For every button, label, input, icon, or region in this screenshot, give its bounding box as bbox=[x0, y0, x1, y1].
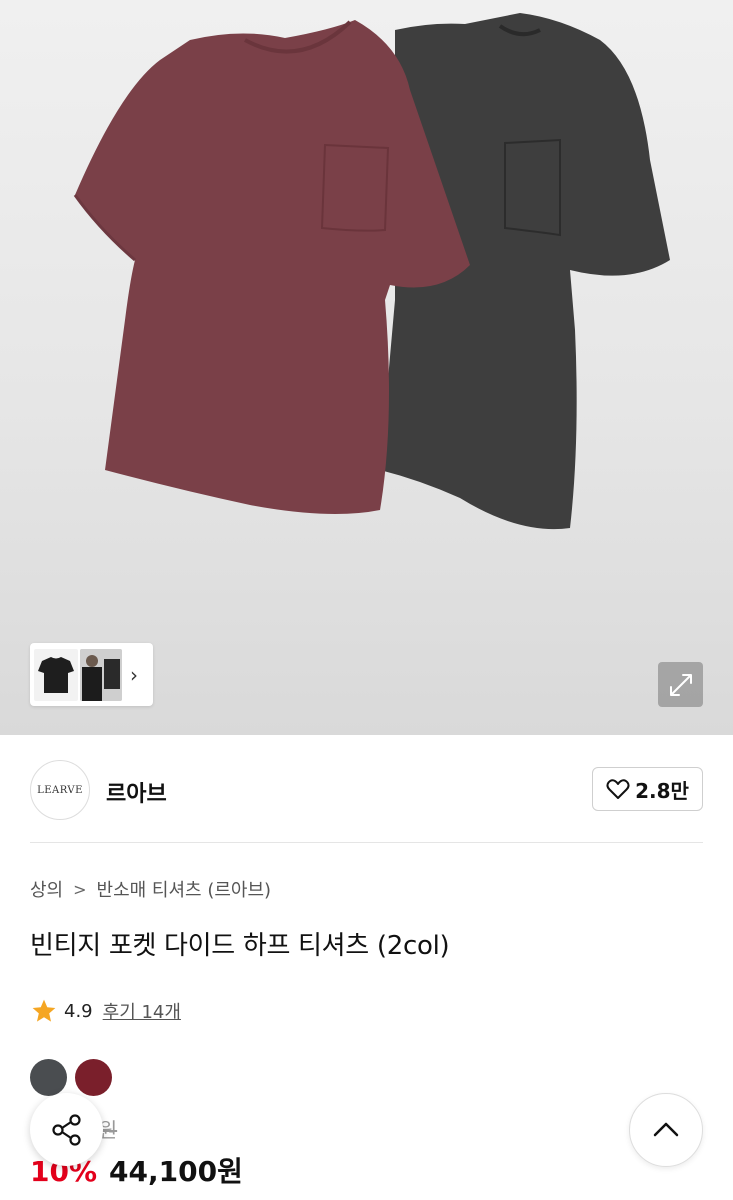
breadcrumb-item-category[interactable]: 상의 bbox=[30, 876, 63, 902]
like-button[interactable]: 2.8만 bbox=[592, 767, 703, 811]
sale-price: 44,100원 bbox=[109, 1155, 243, 1188]
divider bbox=[30, 842, 703, 843]
product-image-gallery[interactable]: › bbox=[0, 0, 733, 735]
color-swatch-charcoal[interactable] bbox=[30, 1059, 67, 1096]
brand-name[interactable]: 르아브 bbox=[106, 776, 167, 808]
share-icon bbox=[51, 1113, 81, 1146]
heart-icon bbox=[606, 779, 630, 799]
share-button[interactable] bbox=[30, 1093, 103, 1166]
breadcrumb-item-subcategory[interactable]: 반소매 티셔츠 (르아브) bbox=[97, 876, 272, 902]
color-swatch-burgundy[interactable] bbox=[75, 1059, 112, 1096]
like-count: 2.8만 bbox=[635, 778, 689, 803]
chevron-up-icon bbox=[653, 1122, 679, 1137]
thumbnail-image[interactable] bbox=[34, 648, 78, 701]
thumbnail-strip[interactable]: › bbox=[30, 643, 153, 706]
expand-image-button[interactable] bbox=[658, 662, 703, 707]
rating-score: 4.9 bbox=[64, 1000, 93, 1022]
scroll-to-top-button[interactable] bbox=[629, 1093, 703, 1167]
product-title: 빈티지 포켓 다이드 하프 티셔츠 (2col) bbox=[30, 931, 450, 961]
chevron-right-icon: > bbox=[73, 879, 87, 899]
chevron-right-icon[interactable]: › bbox=[130, 663, 138, 687]
thumbnail-image[interactable] bbox=[80, 648, 122, 701]
product-main-image bbox=[73, 13, 670, 530]
brand-logo[interactable]: LEARVE bbox=[30, 760, 90, 820]
star-icon bbox=[32, 999, 56, 1022]
breadcrumb: 상의 > 반소매 티셔츠 (르아브) bbox=[30, 876, 271, 902]
expand-icon bbox=[669, 673, 692, 696]
color-swatches bbox=[30, 1059, 112, 1096]
rating-row: 4.9 후기 14개 bbox=[30, 998, 181, 1024]
brand-row: LEARVE 르아브 2.8만 bbox=[30, 760, 703, 820]
reviews-link[interactable]: 후기 14개 bbox=[103, 998, 181, 1024]
